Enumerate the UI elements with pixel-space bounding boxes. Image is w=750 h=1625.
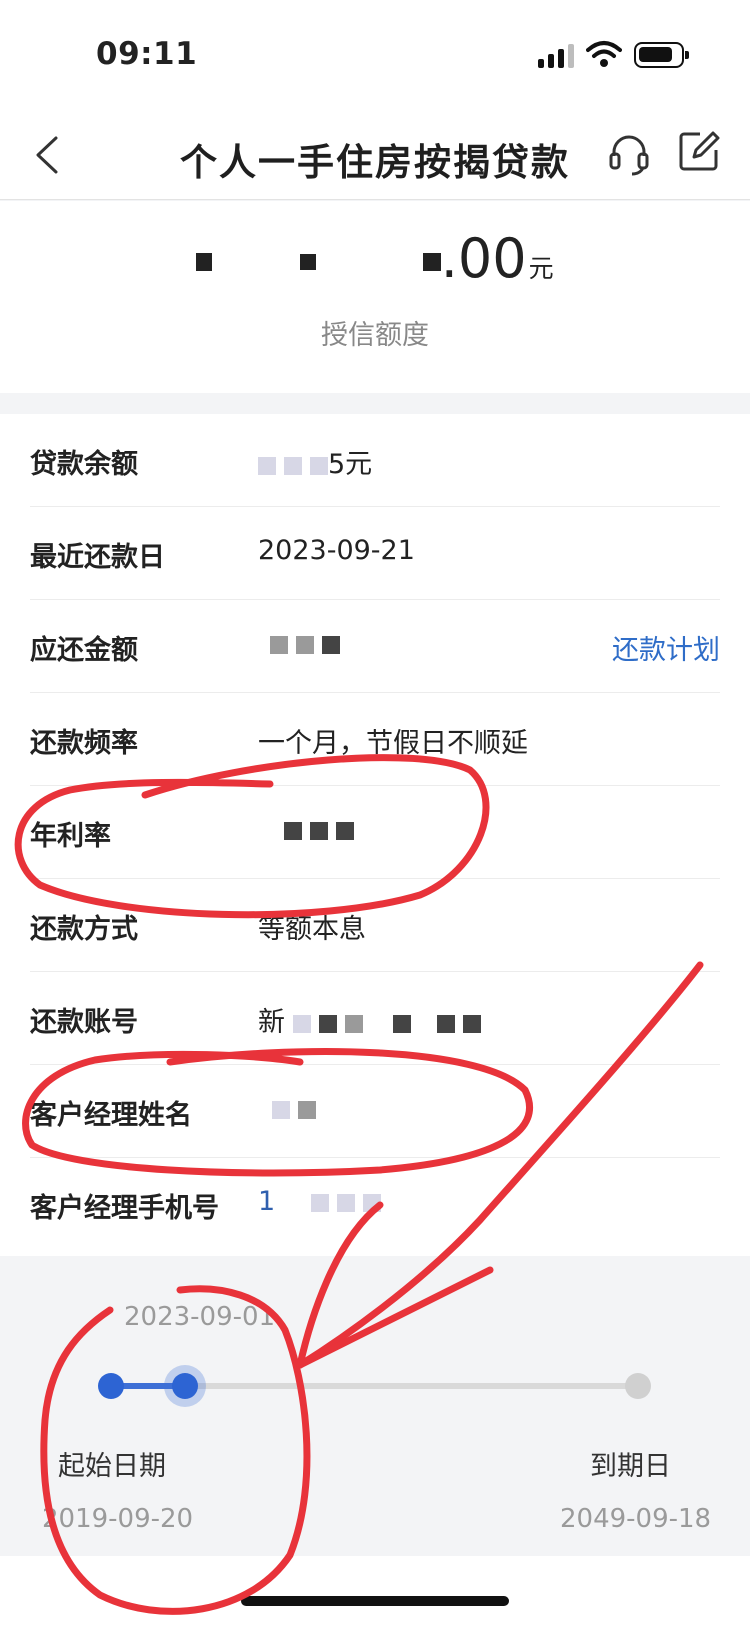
credit-amount: .00元 (0, 227, 750, 290)
row-label: 还款方式 (30, 914, 138, 945)
battery-icon (634, 42, 689, 68)
row-value: 等额本息 (258, 914, 366, 945)
row-repayment-method: 还款方式 等额本息 (30, 879, 720, 972)
row-label: 客户经理手机号 (30, 1193, 219, 1224)
manager-phone-link[interactable]: 1 (258, 1186, 382, 1217)
row-value (258, 628, 340, 659)
row-label: 还款频率 (30, 728, 138, 759)
row-label: 还款账号 (30, 1007, 138, 1038)
credit-label: 授信额度 (321, 320, 429, 351)
credit-amount-visible: .00 (440, 227, 527, 290)
home-indicator[interactable] (241, 1596, 509, 1606)
row-label: 最近还款日 (30, 542, 165, 573)
row-manager-name: 客户经理姓名 (30, 1065, 720, 1158)
timeline-end-date: 2049-09-18 (560, 1504, 712, 1534)
timeline-current-dot (172, 1373, 198, 1399)
row-repayment-account: 还款账号 新 (30, 972, 720, 1065)
loan-info-list: 贷款余额 5元 最近还款日 2023-09-21 应还金额 还款计划 还款频率 … (0, 414, 750, 1256)
row-repayment-frequency: 还款频率 一个月，节假日不顺延 (30, 693, 720, 786)
status-bar: 09:11 (0, 0, 750, 110)
row-recent-repayment-date: 最近还款日 2023-09-21 (30, 507, 720, 600)
row-amount-due: 应还金额 还款计划 (30, 600, 720, 693)
status-time: 09:11 (96, 36, 198, 72)
loan-timeline: 2023-09-01 起始日期 到期日 2019-09-20 2049-09-1… (0, 1256, 750, 1556)
row-label: 年利率 (30, 821, 111, 852)
row-label: 客户经理姓名 (30, 1100, 192, 1131)
timeline-start-date: 2019-09-20 (42, 1504, 194, 1534)
row-label: 贷款余额 (30, 449, 138, 480)
pixelated-digit (196, 253, 213, 272)
repayment-plan-link[interactable]: 还款计划 (612, 628, 720, 667)
timeline-start-dot (98, 1373, 124, 1399)
credit-summary: .00元 授信额度 (0, 201, 750, 393)
edit-icon[interactable] (678, 130, 720, 172)
timeline-current-date: 2023-09-01 (124, 1302, 276, 1332)
pixelated-digit (299, 254, 316, 271)
row-value: 一个月，节假日不顺延 (258, 728, 528, 759)
row-value: 5元 (258, 442, 372, 481)
pixelated-digit (422, 253, 441, 272)
timeline-end-dot (625, 1373, 651, 1399)
timeline-end-label: 到期日 (590, 1451, 671, 1482)
row-value (258, 1093, 316, 1124)
row-loan-balance: 贷款余额 5元 (30, 414, 720, 507)
credit-unit: 元 (528, 254, 554, 283)
row-manager-phone: 客户经理手机号 1 (30, 1158, 720, 1251)
row-label: 应还金额 (30, 635, 138, 666)
row-value: 2023-09-21 (258, 535, 415, 566)
nav-bar: 个人一手住房按揭贷款 (0, 110, 750, 200)
row-value: 新 (258, 1000, 481, 1039)
row-annual-rate: 年利率 (30, 786, 720, 879)
timeline-start-label: 起始日期 (58, 1451, 166, 1482)
cellular-signal-icon (538, 44, 574, 68)
wifi-icon (586, 41, 622, 67)
headset-icon[interactable] (606, 130, 652, 176)
bottom-bar (0, 1556, 750, 1625)
row-value (258, 814, 354, 845)
